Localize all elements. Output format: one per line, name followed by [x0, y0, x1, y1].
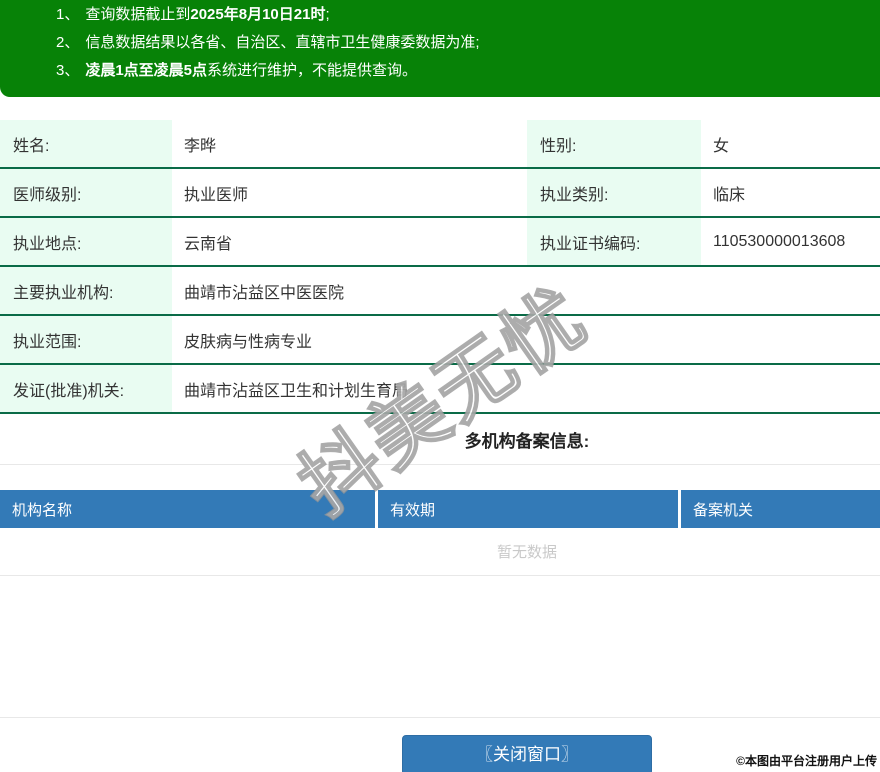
field-label-issuing-authority: 发证(批准)机关:	[0, 365, 172, 412]
field-label-gender: 性别:	[527, 120, 701, 167]
field-label-doctor-level: 医师级别:	[0, 169, 172, 216]
field-row-main-org: 主要执业机构: 曲靖市沾益区中医医院	[0, 267, 880, 316]
close-window-button[interactable]: 〖关闭窗口〗	[402, 735, 652, 772]
notice-text-1: 查询数据截止到	[85, 6, 191, 23]
field-value-gender: 女	[701, 120, 880, 167]
field-row-level-category: 医师级别: 执业医师 执业类别: 临床	[0, 169, 880, 218]
column-header-org-name: 机构名称	[12, 501, 73, 519]
filing-table-header: 机构名称 有效期 备案机关	[0, 490, 880, 528]
notice-number-3: 3、	[56, 62, 80, 79]
field-value-issuing-authority: 曲靖市沾益区卫生和计划生育局	[172, 365, 880, 412]
field-value-practice-scope: 皮肤病与性病专业	[172, 316, 880, 363]
field-label-name: 姓名:	[0, 120, 172, 167]
notice-text-3: 系统进行维护，不能提供查询。	[207, 62, 418, 79]
practitioner-info-table: 姓名: 李晔 性别: 女 医师级别: 执业医师 执业类别: 临床 执业地点: 云…	[0, 120, 880, 414]
field-row-name-gender: 姓名: 李晔 性别: 女	[0, 120, 880, 169]
notice-punct-1: ;	[325, 6, 330, 23]
field-label-main-org: 主要执业机构:	[0, 267, 172, 314]
multi-org-section-title: 多机构备案信息:	[464, 431, 590, 451]
notice-bold-date: 2025年8月10日21时	[190, 6, 326, 23]
section-title-row: 多机构备案信息:	[0, 414, 880, 465]
notice-banner: 1、 查询数据截止到2025年8月10日21时; 2、 信息数据结果以各省、自治区、…	[0, 0, 880, 97]
notice-bold-maintenance: 凌晨1点至凌晨5点	[85, 62, 208, 79]
field-value-practice-category: 临床	[701, 169, 880, 216]
page-content: 1、 查询数据截止到2025年8月10日21时; 2、 信息数据结果以各省、自治区、…	[0, 0, 880, 772]
column-header-validity: 有效期	[375, 490, 678, 528]
notice-number-2: 2、	[56, 34, 80, 51]
notice-line-3: 3、 凌晨1点至凌晨5点系统进行维护，不能提供查询。	[56, 57, 880, 85]
field-row-issuer: 发证(批准)机关: 曲靖市沾益区卫生和计划生育局	[0, 365, 880, 414]
field-value-practice-location: 云南省	[172, 218, 527, 265]
notice-line-1: 1、 查询数据截止到2025年8月10日21时;	[56, 1, 880, 29]
field-label-practice-location: 执业地点:	[0, 218, 172, 265]
field-value-name: 李晔	[172, 120, 527, 167]
empty-data-row: 暂无数据	[0, 528, 880, 576]
field-label-practice-scope: 执业范围:	[0, 316, 172, 363]
field-value-doctor-level: 执业医师	[172, 169, 527, 216]
field-value-main-org: 曲靖市沾益区中医医院	[172, 267, 880, 314]
notice-number-1: 1、	[56, 6, 80, 23]
field-row-location-cert: 执业地点: 云南省 执业证书编码: 110530000013608	[0, 218, 880, 267]
notice-text-2: 信息数据结果以各省、自治区、直辖市卫生健康委数据为准;	[85, 34, 480, 51]
credit-watermark: ©本图由平台注册用户上传	[736, 754, 877, 768]
empty-data-text: 暂无数据	[496, 544, 557, 561]
field-value-cert-number: 110530000013608	[701, 218, 880, 265]
field-label-cert-number: 执业证书编码:	[527, 218, 701, 265]
field-label-practice-category: 执业类别:	[527, 169, 701, 216]
field-row-scope: 执业范围: 皮肤病与性病专业	[0, 316, 880, 365]
column-header-filing-authority: 备案机关	[678, 490, 880, 528]
notice-line-2: 2、 信息数据结果以各省、自治区、直辖市卫生健康委数据为准;	[56, 29, 880, 57]
query-result-page: 1、 查询数据截止到2025年8月10日21时; 2、 信息数据结果以各省、自治区、…	[0, 0, 880, 772]
